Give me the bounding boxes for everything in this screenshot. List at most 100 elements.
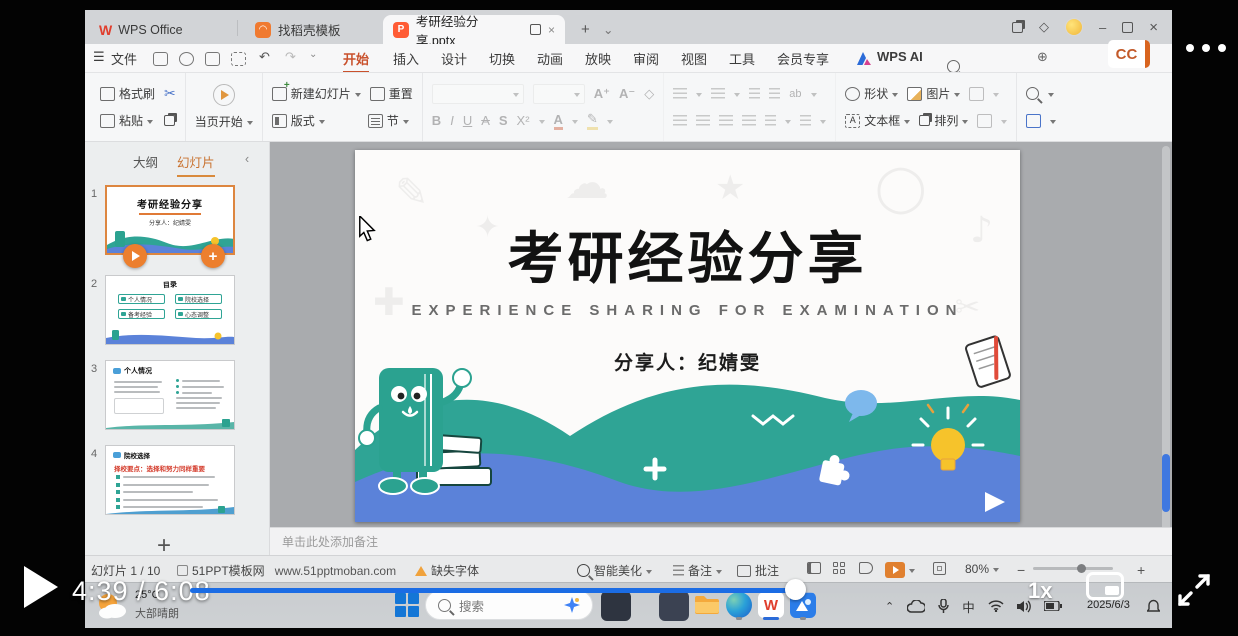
new-tab-button[interactable]: + — [571, 15, 591, 44]
cut-scissors-icon[interactable]: ✂ — [164, 85, 176, 102]
zoom-slider-handle[interactable] — [1077, 564, 1086, 573]
format-painter-button[interactable]: 格式刷 — [100, 85, 155, 102]
normal-view-button[interactable] — [807, 562, 821, 574]
strikethrough-button[interactable]: A — [481, 113, 490, 128]
tab-outline[interactable]: 大纲 — [133, 152, 158, 171]
align-center-icon[interactable] — [696, 115, 710, 126]
save-icon[interactable] — [153, 52, 168, 66]
menu-tools[interactable]: 工具 — [729, 49, 755, 68]
reading-view-button[interactable] — [859, 562, 873, 574]
menu-view[interactable]: 视图 — [681, 49, 707, 68]
reset-button[interactable]: 重置 — [370, 85, 413, 102]
tab-document-active[interactable]: P 考研经验分享.pptx × — [383, 15, 565, 44]
stack-icon[interactable] — [1012, 22, 1023, 33]
weather-desc[interactable]: 大部晴朗 — [135, 605, 179, 621]
slide-thumbnail-3[interactable]: 个人情况 — [105, 360, 235, 430]
tab-wps-office[interactable]: W WPS Office — [89, 15, 231, 44]
slide-sorter-button[interactable] — [833, 562, 846, 575]
zoom-in-button[interactable]: + — [1137, 562, 1145, 578]
user-avatar[interactable] — [1065, 18, 1083, 36]
minimize-button[interactable]: – — [1099, 20, 1106, 35]
fullscreen-icon[interactable] — [1176, 572, 1212, 608]
decrease-indent-icon[interactable] — [749, 88, 760, 99]
video-progress-handle[interactable] — [785, 579, 806, 600]
tab-slides[interactable]: 幻灯片 — [177, 152, 215, 177]
find-icon[interactable] — [1026, 87, 1039, 100]
decrease-font-icon[interactable]: A⁻ — [619, 86, 635, 102]
notes-button[interactable]: 备注 — [673, 562, 722, 579]
player-menu-dots[interactable] — [1186, 44, 1226, 52]
italic-button[interactable]: I — [450, 113, 454, 128]
history-chevron-icon[interactable]: ⌄ — [309, 49, 317, 60]
slide-1-canvas[interactable]: ✎ ☁ ★ ◯ ♪ ✚ ✂ ✦ 考研经验分享 EXPERIENCE SHARIN… — [355, 150, 1020, 522]
output-icon[interactable] — [179, 52, 194, 66]
paste-button[interactable]: 粘贴 — [100, 112, 153, 129]
columns-icon[interactable] — [800, 115, 811, 126]
print-icon[interactable] — [205, 52, 220, 66]
microphone-icon[interactable] — [938, 599, 949, 614]
restore-button[interactable] — [1122, 22, 1133, 33]
align-right-icon[interactable] — [719, 115, 733, 126]
video-play-button[interactable] — [24, 566, 58, 608]
upload-cloud-icon[interactable]: ⊕ — [1037, 49, 1048, 65]
wps-app-icon[interactable]: W — [755, 589, 787, 621]
new-slide-button[interactable]: 新建幻灯片 — [272, 85, 361, 102]
search-icon[interactable] — [947, 60, 960, 73]
picture-button[interactable]: 图片 — [907, 85, 960, 102]
notification-bell-icon[interactable] — [1147, 599, 1160, 613]
menu-slideshow[interactable]: 放映 — [585, 49, 611, 68]
close-tab-icon[interactable]: × — [548, 23, 555, 37]
menu-animation[interactable]: 动画 — [537, 49, 563, 68]
slide-thumbnail-4[interactable]: 院校选择 择校要点：选择和努力同样重要 — [105, 445, 235, 515]
thumb-play-button[interactable] — [123, 244, 147, 268]
superscript-button[interactable]: X² — [517, 113, 530, 128]
play-from-current-icon[interactable] — [213, 84, 235, 106]
detach-window-icon[interactable] — [530, 24, 541, 35]
menu-home[interactable]: 开始 — [343, 49, 369, 74]
onedrive-cloud-icon[interactable] — [907, 600, 925, 613]
collapse-panel-icon[interactable]: ‹ — [245, 152, 249, 166]
menu-review[interactable]: 审阅 — [633, 49, 659, 68]
section-button[interactable]: 节 — [368, 112, 409, 129]
miniplayer-icon[interactable] — [1086, 572, 1124, 600]
tray-date[interactable]: 2025/6/3 — [1087, 599, 1130, 611]
taskbar-search[interactable]: 搜索 — [425, 590, 593, 620]
play-current-button[interactable]: 当页开始 — [195, 113, 253, 130]
crop-icon[interactable] — [969, 87, 984, 101]
menu-transition[interactable]: 切换 — [489, 49, 515, 68]
tab-list-chevron-icon[interactable]: ⌄ — [593, 15, 613, 44]
bullet-list-icon[interactable] — [673, 88, 687, 99]
app-icon-2[interactable] — [659, 591, 689, 621]
menu-insert[interactable]: 插入 — [393, 49, 419, 68]
shapes-button[interactable]: 形状 — [845, 85, 898, 102]
increase-font-icon[interactable]: A⁺ — [594, 86, 610, 102]
app-icon-1[interactable] — [601, 591, 631, 621]
select-icon[interactable] — [1026, 114, 1041, 128]
font-family-dropdown[interactable] — [432, 84, 524, 104]
menu-member[interactable]: 会员专享 — [777, 49, 829, 68]
justify-icon[interactable] — [742, 115, 756, 126]
skin-box-icon[interactable]: ◇ — [1039, 19, 1049, 35]
arrange-button[interactable]: 排列 — [919, 112, 968, 129]
tray-expand-chevron-icon[interactable]: ⌃ — [885, 600, 894, 613]
slideshow-button[interactable] — [885, 562, 915, 578]
bold-button[interactable]: B — [432, 113, 441, 128]
numbered-list-icon[interactable] — [711, 88, 725, 99]
layout-button[interactable]: 版式 — [272, 112, 325, 129]
frame-icon[interactable] — [977, 114, 992, 128]
undo-icon[interactable]: ↶ — [259, 49, 270, 65]
clear-format-icon[interactable]: ◇ — [644, 86, 654, 102]
input-language-indicator[interactable]: 中 — [962, 597, 975, 616]
underline-button[interactable]: U — [463, 113, 472, 128]
wifi-icon[interactable] — [988, 600, 1004, 612]
slide-thumbnail-2[interactable]: 目录 个人情况 院校选择 备考经验 心态调整 — [105, 275, 235, 345]
thumb-add-button[interactable]: + — [201, 244, 225, 268]
notes-bar[interactable]: 单击此处添加备注 — [270, 527, 1172, 555]
missing-font-warning[interactable]: 缺失字体 — [415, 562, 479, 579]
text-direction-icon[interactable]: ab — [789, 88, 801, 100]
start-button[interactable] — [391, 589, 423, 621]
close-button[interactable]: × — [1149, 19, 1158, 36]
textbox-button[interactable]: A文本框 — [845, 112, 910, 129]
file-explorer-icon[interactable] — [691, 589, 723, 621]
edge-browser-icon[interactable] — [723, 589, 755, 621]
